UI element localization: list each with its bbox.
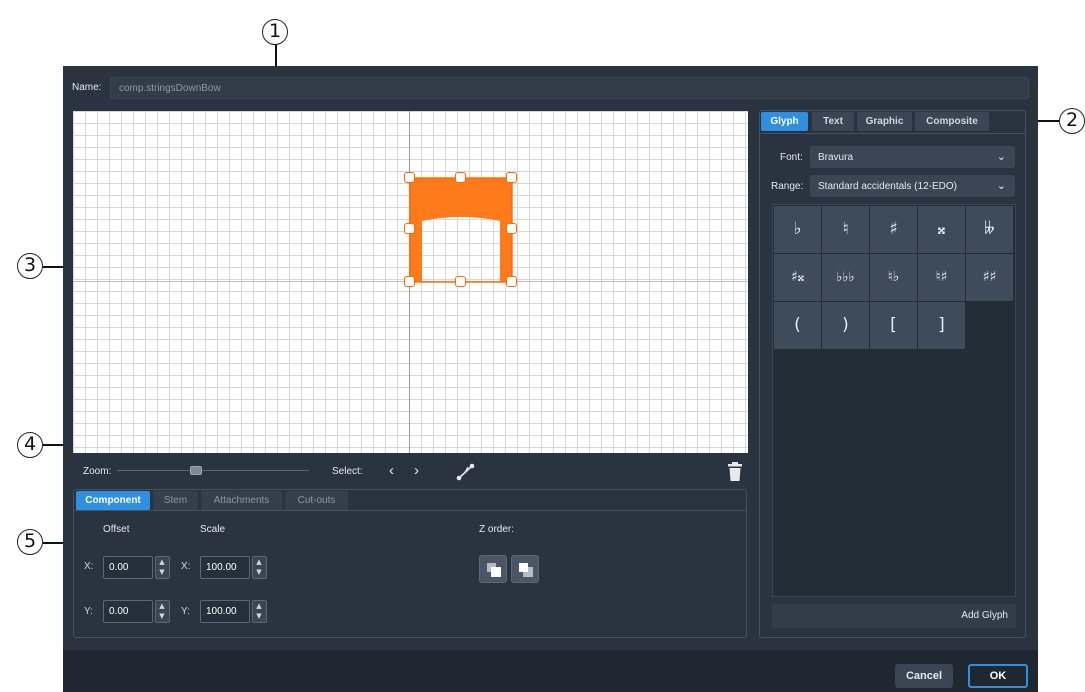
offset-x-input[interactable]: 0.00	[103, 556, 153, 579]
range-select[interactable]: Standard accidentals (12-EDO) ⌄	[810, 175, 1015, 197]
resize-handle-top[interactable]	[455, 172, 466, 183]
tab-component[interactable]: Component	[76, 491, 150, 510]
glyph-grid: ♭ ♮ ♯ 𝄪 𝄫 ♯𝄪 ♭♭♭ ♮♭ ♮♯ ♯♯ ( ) [ ]	[772, 204, 1016, 597]
select-next-button[interactable]: ›	[414, 462, 419, 479]
resize-handle-bottom-right[interactable]	[506, 276, 517, 287]
offset-y-label: Y:	[84, 606, 93, 617]
tab-graphic[interactable]: Graphic	[857, 112, 912, 131]
glyph-flat[interactable]: ♭	[774, 206, 821, 253]
resize-handle-bottom[interactable]	[455, 276, 466, 287]
scale-y-label: Y:	[181, 606, 190, 617]
tab-text[interactable]: Text	[812, 112, 854, 131]
name-input[interactable]: comp.stringsDownBow	[110, 77, 1029, 99]
range-select-value: Standard accidentals (12-EDO)	[818, 181, 957, 192]
send-backward-button[interactable]	[511, 555, 539, 583]
tab-cut-outs[interactable]: Cut-outs	[285, 491, 348, 510]
glyph-double-sharp[interactable]: 𝄪	[918, 206, 965, 253]
chevron-down-icon: ⌄	[996, 179, 1006, 192]
font-select[interactable]: Bravura ⌄	[810, 146, 1015, 168]
glyph-bracket-left[interactable]: [	[870, 302, 917, 349]
glyph-panel-tab-bar	[759, 133, 1026, 134]
chevron-down-icon: ⌄	[996, 150, 1006, 163]
font-label: Font:	[780, 152, 803, 163]
offset-x-down-icon[interactable]: ▼	[155, 567, 169, 578]
component-panel-tab-bar	[73, 510, 747, 511]
glyph-triple-flat[interactable]: ♭♭♭	[822, 254, 869, 301]
callout-4: 4	[17, 432, 43, 458]
glyph-natural[interactable]: ♮	[822, 206, 869, 253]
scale-y-input[interactable]: 100.00	[200, 600, 250, 623]
glyph-sharp-sharp[interactable]: ♯♯	[966, 254, 1013, 301]
offset-y-down-icon[interactable]: ▼	[155, 611, 169, 622]
add-glyph-button[interactable]: Add Glyph	[772, 604, 1016, 628]
offset-label: Offset	[103, 524, 130, 535]
editor-canvas[interactable]	[73, 111, 748, 453]
name-value: comp.stringsDownBow	[119, 83, 221, 94]
tab-composite[interactable]: Composite	[915, 112, 989, 131]
offset-y-input[interactable]: 0.00	[103, 600, 153, 623]
scale-x-label: X:	[181, 561, 191, 572]
select-previous-button[interactable]: ‹	[389, 462, 394, 479]
zoom-label: Zoom:	[83, 466, 112, 477]
font-select-value: Bravura	[818, 152, 854, 163]
range-label: Range:	[771, 181, 804, 192]
glyph-triple-sharp[interactable]: ♯𝄪	[774, 254, 821, 301]
send-backward-icon	[519, 563, 533, 577]
name-label: Name:	[72, 82, 102, 93]
glyph-natural-flat[interactable]: ♮♭	[870, 254, 917, 301]
zoom-slider-handle[interactable]	[190, 466, 202, 475]
down-bow-glyph[interactable]	[408, 176, 514, 284]
offset-x-label: X:	[84, 561, 94, 572]
resize-handle-top-left[interactable]	[404, 172, 415, 183]
resize-handle-bottom-left[interactable]	[404, 276, 415, 287]
bring-forward-button[interactable]	[479, 555, 507, 583]
ok-button[interactable]: OK	[968, 664, 1028, 688]
glyph-paren-left[interactable]: (	[774, 302, 821, 349]
scale-label: Scale	[200, 524, 226, 535]
glyph-sharp[interactable]: ♯	[870, 206, 917, 253]
add-glyph-label: Add Glyph	[961, 610, 1008, 621]
trash-icon[interactable]	[727, 462, 743, 482]
glyph-double-flat[interactable]: 𝄫	[966, 206, 1013, 253]
glyph-paren-right[interactable]: )	[822, 302, 869, 349]
glyph-bracket-right[interactable]: ]	[918, 302, 965, 349]
tab-attachments[interactable]: Attachments	[201, 491, 282, 510]
callout-2: 2	[1059, 108, 1085, 134]
select-label: Select:	[332, 466, 363, 477]
bring-forward-icon	[487, 563, 501, 577]
callout-5: 5	[17, 529, 43, 555]
dialog-footer	[63, 650, 1038, 692]
tab-glyph[interactable]: Glyph	[761, 112, 808, 131]
cancel-button[interactable]: Cancel	[895, 664, 953, 688]
z-order-label: Z order:	[479, 524, 515, 535]
resize-handle-left[interactable]	[404, 223, 415, 234]
glyph-natural-sharp[interactable]: ♮♯	[918, 254, 965, 301]
scale-x-input[interactable]: 100.00	[200, 556, 250, 579]
callout-3: 3	[17, 253, 43, 279]
edit-path-icon[interactable]	[456, 463, 476, 481]
zoom-slider-track[interactable]	[117, 470, 309, 471]
resize-handle-right[interactable]	[506, 223, 517, 234]
scale-y-down-icon[interactable]: ▼	[252, 611, 266, 622]
callout-1: 1	[262, 19, 288, 45]
component-panel	[73, 489, 747, 638]
resize-handle-top-right[interactable]	[506, 172, 517, 183]
tab-stem[interactable]: Stem	[153, 491, 198, 510]
scale-x-down-icon[interactable]: ▼	[252, 567, 266, 578]
